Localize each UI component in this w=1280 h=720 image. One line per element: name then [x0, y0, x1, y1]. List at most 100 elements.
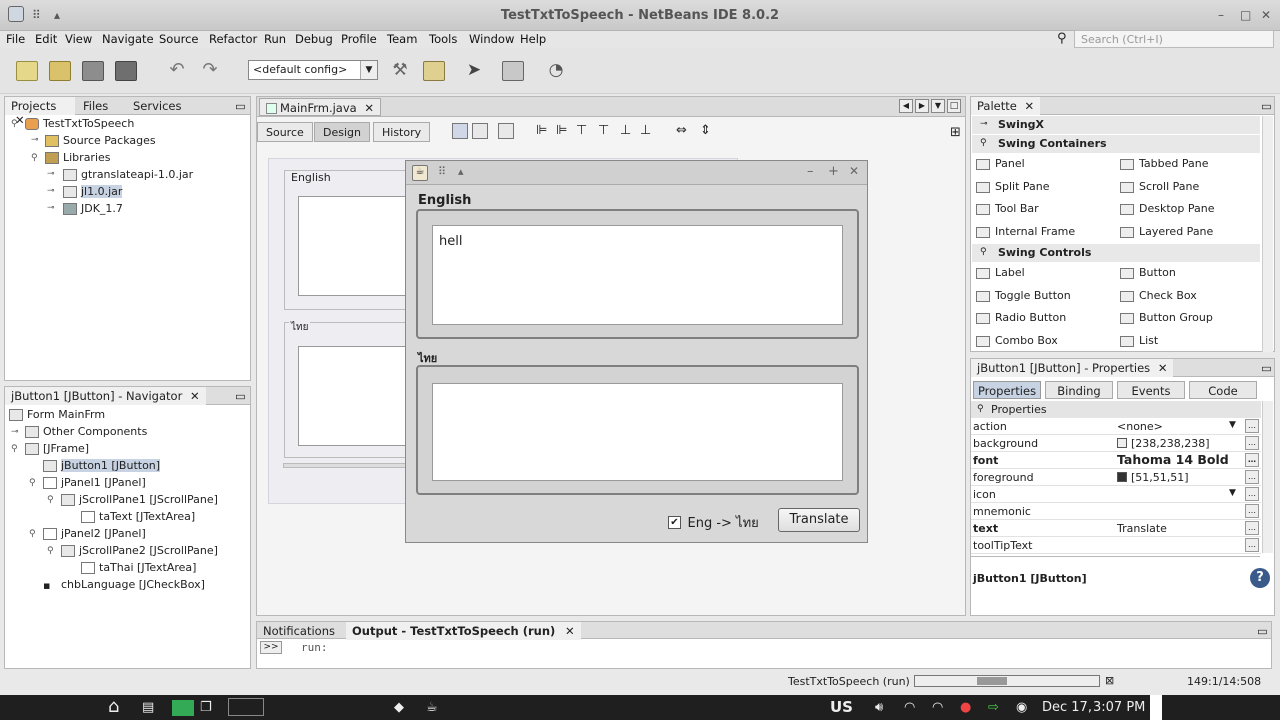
build-icon[interactable]: ⚒ [389, 61, 411, 81]
document-list-icon[interactable]: ▼ [931, 99, 945, 113]
menu-window[interactable]: Window [469, 32, 514, 46]
prop-row-font[interactable]: font Tahoma 14 Bold… [971, 452, 1261, 469]
tab-history[interactable]: History [373, 122, 431, 142]
tree-item[interactable]: taText [JTextArea] [81, 510, 195, 523]
selection-mode-icon[interactable] [452, 123, 468, 139]
ellipsis-button[interactable]: … [1245, 504, 1259, 518]
tree-item[interactable]: jPanel1 [JPanel] [43, 476, 146, 489]
tab-properties[interactable]: Properties [973, 381, 1041, 399]
ellipsis-button[interactable]: … [1245, 419, 1259, 433]
center-vertical-icon[interactable]: ⊥ [640, 123, 651, 138]
ellipsis-button[interactable]: … [1245, 453, 1259, 467]
save-all-icon[interactable] [115, 61, 137, 81]
align-left-icon[interactable]: ⊫ [536, 123, 547, 138]
horizontal-resize-icon[interactable]: ⇔ [676, 123, 687, 138]
palette-item-split-pane[interactable]: Split Pane [976, 180, 1050, 193]
home-icon[interactable]: ⌂ [108, 696, 119, 717]
collapsed-icon[interactable]: ⊸ [980, 119, 988, 129]
cancel-task-icon[interactable]: ⊠ [1105, 674, 1114, 687]
minimize-panel-icon[interactable]: ▭ [229, 97, 252, 115]
windows-icon[interactable]: ❐ [200, 700, 212, 715]
center-horizontal-icon[interactable]: ⊤ [576, 123, 587, 138]
tab-palette[interactable]: Palette ✕ [971, 97, 1041, 115]
wifi-icon[interactable]: ◠ [904, 700, 915, 715]
tree-item[interactable]: jScrollPane1 [JScrollPane] [61, 493, 218, 506]
close-icon[interactable]: ✕ [190, 389, 200, 403]
design-textarea-thai[interactable] [298, 346, 408, 446]
minimize-icon[interactable]: – [807, 164, 814, 179]
prop-row-foreground[interactable]: foreground [51,51,51]… [971, 469, 1261, 486]
maximize-icon[interactable]: + [828, 164, 839, 179]
menu-view[interactable]: View [65, 32, 92, 46]
align-bottom-icon[interactable]: ⊥ [620, 123, 631, 138]
ellipsis-button[interactable]: … [1245, 521, 1259, 535]
ellipsis-button[interactable]: … [1245, 470, 1259, 484]
palette-item-list[interactable]: List [1120, 334, 1158, 347]
new-project-icon[interactable] [49, 61, 71, 81]
tab-files[interactable]: Files [77, 97, 114, 115]
menu-profile[interactable]: Profile [341, 32, 377, 46]
prop-row-action[interactable]: action <none> ▼… [971, 418, 1261, 435]
close-icon[interactable]: ✕ [364, 101, 374, 115]
palette-scrollbar[interactable] [1262, 116, 1273, 352]
menu-run[interactable]: Run [264, 32, 286, 46]
minimize-icon[interactable]: – [1218, 8, 1224, 22]
tree-item[interactable]: Source Packages [45, 134, 156, 147]
tree-project-root[interactable]: TestTxtToSpeech [25, 117, 134, 130]
properties-section[interactable]: Properties [971, 401, 1261, 418]
notification-tray-icon[interactable] [1150, 695, 1162, 720]
keyboard-layout[interactable]: US [830, 698, 853, 716]
tree-item[interactable]: [JFrame] [25, 442, 89, 455]
tree-item[interactable]: ▪ chbLanguage [JCheckBox] [43, 578, 205, 592]
menu-navigate[interactable]: Navigate [102, 32, 154, 46]
palette-item-tabbed-pane[interactable]: Tabbed Pane [1120, 157, 1208, 170]
vertical-resize-icon[interactable]: ⇕ [700, 123, 711, 138]
tab-notifications[interactable]: Notifications [257, 622, 341, 640]
palette-group-swingx[interactable]: SwingX [972, 116, 1260, 134]
palette-item-tool-bar[interactable]: Tool Bar [976, 202, 1039, 215]
network-icon[interactable]: ◠ [932, 700, 943, 715]
tree-item[interactable]: jl1.0.jar [63, 185, 123, 198]
palette-item-internal-frame[interactable]: Internal Frame [976, 225, 1075, 238]
profile-icon[interactable]: ◔ [545, 61, 567, 81]
palette-item-layered-pane[interactable]: Layered Pane [1120, 225, 1213, 238]
prop-row-background[interactable]: background [238,238,238]… [971, 435, 1261, 452]
menu-refactor[interactable]: Refactor [209, 32, 257, 46]
ellipsis-button[interactable]: … [1245, 538, 1259, 552]
expand-icon[interactable]: ⚲ [29, 529, 36, 539]
help-icon[interactable]: ? [1250, 568, 1270, 588]
record-icon[interactable]: ● [960, 700, 971, 715]
expanded-icon[interactable]: ⚲ [980, 247, 987, 257]
tab-output[interactable]: Output - TestTxtToSpeech (run) ✕ [346, 622, 581, 640]
align-right-icon[interactable]: ⊫ [556, 123, 567, 138]
prop-row-tooltiptext[interactable]: toolTipText… [971, 537, 1261, 554]
tab-design[interactable]: Design [314, 122, 370, 142]
checkbox-checked-icon[interactable]: ✔ [668, 516, 681, 529]
align-top-icon[interactable]: ⊤ [598, 123, 609, 138]
tab-binding[interactable]: Binding [1045, 381, 1113, 399]
expand-icon[interactable]: ⚲ [47, 546, 54, 556]
palette-group-controls[interactable]: Swing Controls [972, 244, 1260, 262]
chevron-down-icon[interactable]: ▼ [360, 61, 377, 79]
tree-item[interactable]: Form MainFrm [9, 408, 105, 421]
scroll-right-icon[interactable]: ▶ [915, 99, 929, 113]
expanded-icon[interactable]: ⚲ [980, 138, 987, 148]
expand-icon[interactable]: ⊸ [47, 203, 55, 213]
preview-design-icon[interactable] [498, 123, 514, 139]
palette-item-check-box[interactable]: Check Box [1120, 289, 1197, 302]
expand-icon[interactable]: ⊸ [47, 186, 55, 196]
menu-file[interactable]: File [6, 32, 25, 46]
prop-row-text[interactable]: text Translate… [971, 520, 1261, 537]
minimize-panel-icon[interactable]: ▭ [229, 387, 252, 405]
ellipsis-button[interactable]: … [1245, 436, 1259, 450]
connection-mode-icon[interactable] [472, 123, 488, 139]
volume-icon[interactable]: 🔊︎ [875, 700, 883, 715]
expand-icon[interactable]: ⚲ [11, 119, 18, 129]
expand-icon[interactable]: ⊸ [11, 427, 19, 437]
tree-item[interactable]: Libraries [45, 151, 111, 164]
menu-team[interactable]: Team [387, 32, 417, 46]
update-icon[interactable]: ⇨ [988, 700, 999, 715]
thai-textarea[interactable] [432, 383, 843, 481]
java-app-icon[interactable]: ☕ [426, 700, 438, 715]
tree-item[interactable]: jPanel2 [JPanel] [43, 527, 146, 540]
